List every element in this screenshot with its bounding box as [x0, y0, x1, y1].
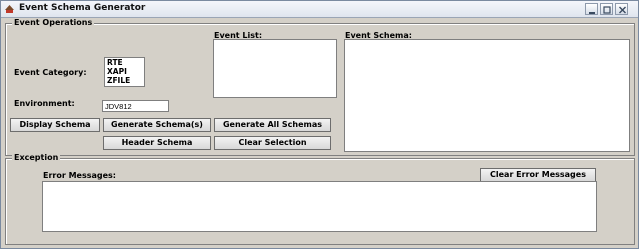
- close-button[interactable]: [615, 3, 628, 15]
- event-category-item[interactable]: RTE: [105, 58, 144, 67]
- maximize-button[interactable]: [600, 3, 613, 15]
- minimize-icon: [589, 12, 595, 14]
- error-messages-textarea[interactable]: [42, 181, 597, 232]
- event-operations-legend: Event Operations: [12, 18, 95, 27]
- java-app-icon: [5, 5, 14, 13]
- clear-error-messages-button[interactable]: Clear Error Messages: [480, 168, 596, 182]
- event-schema-textarea[interactable]: [344, 39, 630, 152]
- environment-field[interactable]: [102, 100, 169, 112]
- title-bar[interactable]: Event Schema Generator: [1, 1, 638, 18]
- exception-legend: Exception: [12, 153, 61, 162]
- generate-schemas-button[interactable]: Generate Schema(s): [103, 118, 211, 132]
- event-list-box[interactable]: [213, 39, 337, 98]
- event-category-label: Event Category:: [14, 68, 87, 77]
- generate-all-schemas-button[interactable]: Generate All Schemas: [214, 118, 331, 132]
- display-schema-button[interactable]: Display Schema: [10, 118, 100, 132]
- environment-label: Environment:: [14, 99, 75, 108]
- app-window: Event Schema Generator Event Operations …: [0, 0, 639, 249]
- maximize-icon: [603, 6, 611, 14]
- error-messages-label: Error Messages:: [43, 171, 117, 180]
- clear-selection-button[interactable]: Clear Selection: [214, 136, 331, 150]
- event-category-item[interactable]: ZFILE: [105, 76, 144, 85]
- event-category-list[interactable]: RTE XAPI ZFILE: [104, 57, 145, 87]
- event-category-item[interactable]: XAPI: [105, 67, 144, 76]
- minimize-button[interactable]: [585, 3, 598, 15]
- window-title: Event Schema Generator: [19, 3, 146, 13]
- close-icon: [619, 6, 626, 14]
- header-schema-button[interactable]: Header Schema: [103, 136, 211, 150]
